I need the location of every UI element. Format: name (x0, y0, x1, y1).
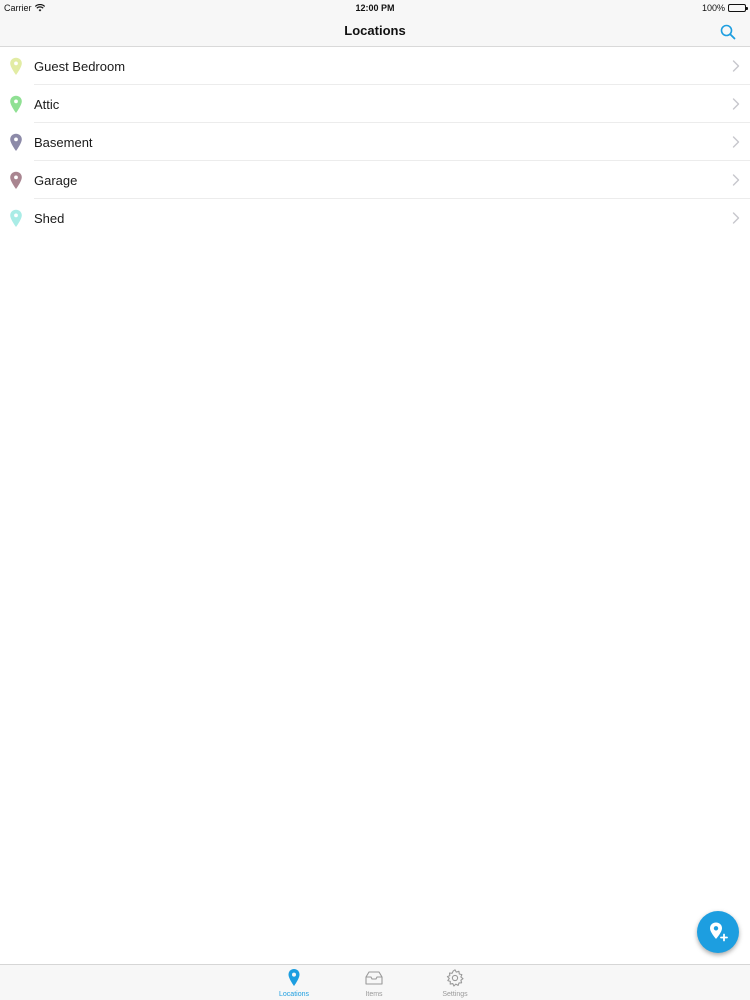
tab-label: Locations (279, 991, 309, 998)
status-bar: Carrier 12:00 PM 100% (0, 0, 750, 16)
navigation-bar: Locations (0, 16, 750, 47)
gear-icon (446, 969, 464, 987)
locations-list: Guest Bedroom Attic Basement Garage Shed (0, 47, 750, 237)
battery-percent: 100% (701, 3, 725, 13)
location-row[interactable]: Basement (0, 123, 750, 161)
location-label: Basement (34, 135, 93, 150)
location-pin-icon (10, 95, 22, 113)
tab-label: Items (365, 991, 383, 998)
tab-label: Settings (442, 991, 468, 998)
location-pin-icon (10, 133, 22, 151)
location-pin-icon (10, 171, 22, 189)
tab-bar: Locations Items Settings (0, 964, 750, 1000)
location-row[interactable]: Garage (0, 161, 750, 199)
tab-settings[interactable]: Settings (425, 968, 485, 1000)
tab-locations[interactable]: Locations (264, 968, 324, 1000)
location-pin-icon (10, 209, 22, 227)
search-icon[interactable] (718, 22, 738, 42)
battery-icon (728, 4, 748, 12)
location-pin-icon (288, 969, 300, 986)
status-time: 12:00 PM (355, 3, 395, 13)
chevron-right-icon (732, 212, 740, 224)
app-screen: Carrier 12:00 PM 100% Locations Guest Be… (0, 0, 750, 1000)
location-label: Garage (34, 173, 78, 188)
location-pin-icon (10, 57, 22, 75)
location-row[interactable]: Attic (0, 85, 750, 123)
chevron-right-icon (732, 60, 740, 72)
tray-icon (365, 971, 383, 985)
tab-items[interactable]: Items (344, 968, 404, 1000)
chevron-right-icon (732, 136, 740, 148)
page-title: Locations (344, 23, 406, 38)
location-row[interactable]: Guest Bedroom (0, 47, 750, 85)
location-label: Shed (34, 211, 65, 226)
add-location-button[interactable] (697, 911, 739, 953)
location-label: Guest Bedroom (34, 59, 126, 74)
battery-group: 100% (701, 3, 748, 13)
chevron-right-icon (732, 174, 740, 186)
location-row[interactable]: Shed (0, 199, 750, 237)
location-label: Attic (34, 97, 60, 112)
add-location-icon (710, 922, 728, 942)
chevron-right-icon (732, 98, 740, 110)
